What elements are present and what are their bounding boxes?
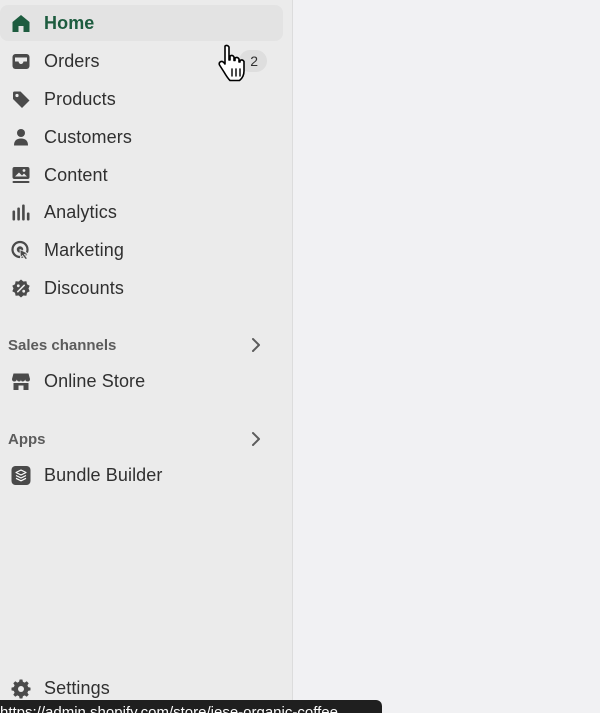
bar-chart-icon: [10, 202, 31, 223]
sidebar-item-products[interactable]: Products: [0, 81, 283, 117]
chevron-right-icon: [252, 338, 260, 352]
sales-channels-header[interactable]: Sales channels: [0, 330, 283, 360]
sidebar: Home Orders 2 Products Customers Content…: [0, 0, 293, 713]
chevron-right-icon: [252, 432, 260, 446]
hand-cursor-icon: [218, 44, 245, 82]
sidebar-item-label: Discounts: [44, 277, 124, 298]
sidebar-item-label: Marketing: [44, 239, 124, 260]
bundle-app-icon: [10, 465, 31, 486]
gear-icon: [10, 678, 31, 699]
sidebar-item-customers[interactable]: Customers: [0, 119, 283, 155]
store-icon: [10, 371, 31, 392]
sidebar-item-analytics[interactable]: Analytics: [0, 194, 283, 230]
sidebar-item-label: Customers: [44, 126, 132, 147]
home-icon: [10, 13, 31, 34]
sidebar-item-marketing[interactable]: Marketing: [0, 232, 283, 268]
inbox-icon: [10, 51, 31, 72]
sidebar-item-label: Content: [44, 164, 108, 185]
status-bar-url: https://admin.shopify.com/store/iese-org…: [0, 700, 382, 713]
apps-header[interactable]: Apps: [0, 424, 283, 454]
target-icon: [10, 240, 31, 261]
sidebar-item-discounts[interactable]: Discounts: [0, 270, 283, 306]
sidebar-item-label: Online Store: [44, 370, 146, 391]
sidebar-item-label: Orders: [44, 50, 100, 71]
tag-icon: [10, 89, 31, 110]
sidebar-item-label: Products: [44, 88, 116, 109]
sidebar-item-label: Settings: [44, 677, 110, 698]
sidebar-item-bundle-builder[interactable]: Bundle Builder: [0, 457, 283, 493]
sidebar-item-content[interactable]: Content: [0, 157, 283, 193]
sidebar-item-label: Home: [44, 12, 95, 33]
sidebar-item-label: Analytics: [44, 201, 117, 222]
section-label: Apps: [8, 430, 46, 448]
main-content-area: [293, 0, 600, 713]
image-icon: [10, 165, 31, 186]
person-icon: [10, 127, 31, 148]
sidebar-item-label: Bundle Builder: [44, 464, 163, 485]
section-label: Sales channels: [8, 336, 117, 354]
discount-icon: [10, 278, 31, 299]
app-root: Home Orders 2 Products Customers Content…: [0, 0, 600, 713]
sidebar-item-online-store[interactable]: Online Store: [0, 363, 283, 399]
sidebar-item-home[interactable]: Home: [0, 5, 283, 41]
